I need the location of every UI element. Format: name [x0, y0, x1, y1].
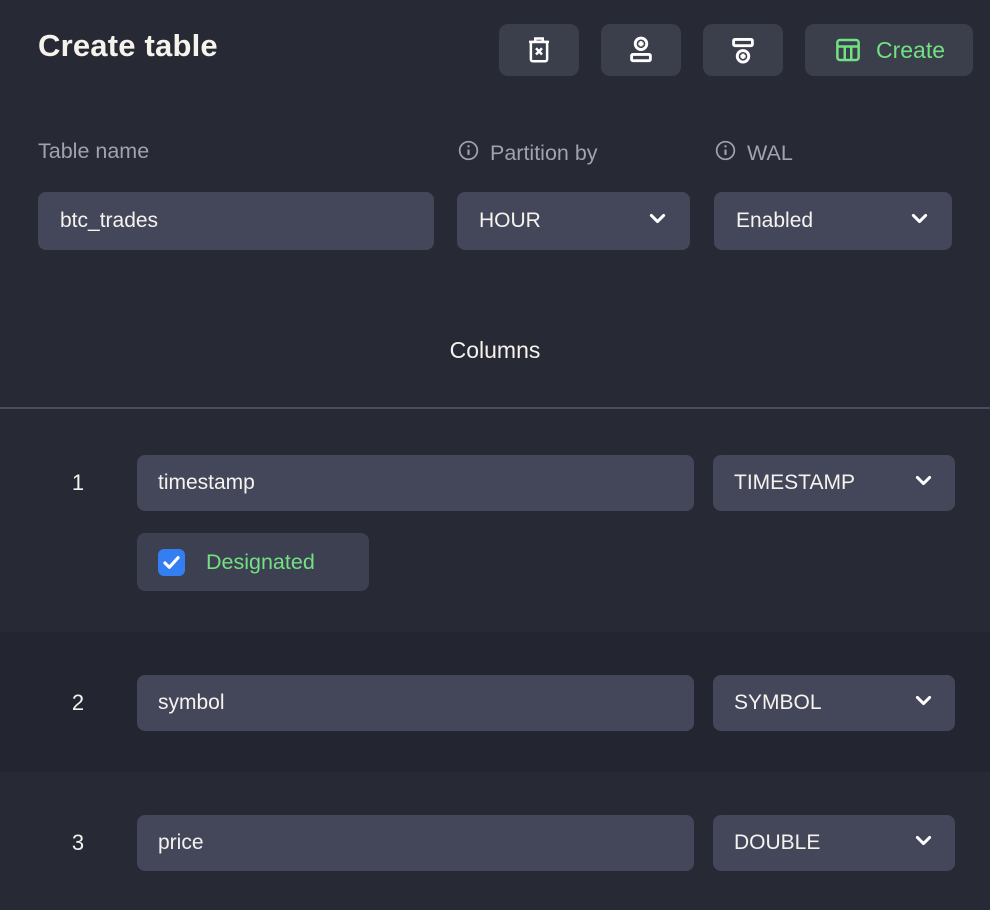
column-type-select[interactable]: SYMBOL: [713, 675, 955, 731]
wal-value: Enabled: [736, 209, 813, 233]
create-table-button[interactable]: Create: [805, 24, 973, 76]
column-name-input[interactable]: [137, 675, 694, 731]
chevron-down-icon: [647, 208, 668, 235]
chevron-down-icon: [913, 830, 934, 857]
toolbar: Create: [499, 24, 973, 76]
chevron-down-icon: [913, 690, 934, 717]
partition-by-select[interactable]: HOUR: [457, 192, 690, 250]
column-type-value: SYMBOL: [734, 691, 822, 715]
column-row-1: 1 TIMESTAMP Designated: [0, 409, 990, 632]
add-row-top-icon: [626, 35, 656, 65]
table-icon: [833, 35, 863, 65]
row-index: 2: [56, 675, 100, 731]
add-column-top-button[interactable]: [601, 24, 681, 76]
column-row-3: 3 DOUBLE: [0, 772, 990, 910]
delete-table-button[interactable]: [499, 24, 579, 76]
add-column-bottom-button[interactable]: [703, 24, 783, 76]
column-type-value: TIMESTAMP: [734, 471, 855, 495]
row-index: 1: [56, 455, 100, 511]
column-row-2: 2 SYMBOL: [0, 632, 990, 772]
table-name-input[interactable]: [38, 192, 434, 250]
create-button-label: Create: [876, 37, 945, 64]
add-row-bottom-icon: [728, 35, 758, 65]
column-type-select[interactable]: DOUBLE: [713, 815, 955, 871]
wal-label: WAL: [714, 139, 793, 168]
page-title: Create table: [38, 28, 218, 64]
chevron-down-icon: [909, 208, 930, 235]
partition-by-label: Partition by: [457, 139, 598, 168]
column-type-select[interactable]: TIMESTAMP: [713, 455, 955, 511]
trash-x-icon: [524, 35, 554, 65]
info-icon[interactable]: [457, 139, 480, 168]
chevron-down-icon: [913, 470, 934, 497]
partition-by-value: HOUR: [479, 209, 541, 233]
column-name-input[interactable]: [137, 815, 694, 871]
designated-toggle[interactable]: Designated: [137, 533, 369, 591]
designated-label: Designated: [206, 550, 315, 575]
designated-checkbox[interactable]: [158, 549, 185, 576]
row-index: 3: [56, 815, 100, 871]
columns-section-heading: Columns: [0, 337, 990, 364]
table-name-label: Table name: [38, 139, 149, 164]
wal-select[interactable]: Enabled: [714, 192, 952, 250]
column-type-value: DOUBLE: [734, 831, 820, 855]
info-icon[interactable]: [714, 139, 737, 168]
column-name-input[interactable]: [137, 455, 694, 511]
